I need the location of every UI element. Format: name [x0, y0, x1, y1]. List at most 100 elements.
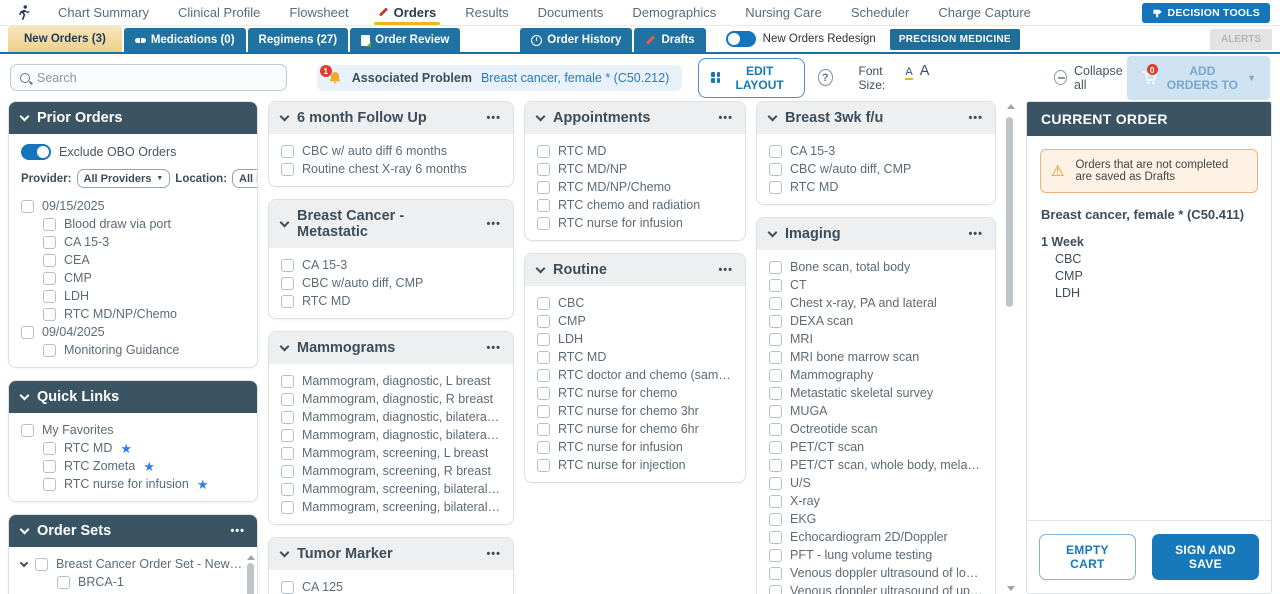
checkbox[interactable]	[769, 163, 782, 176]
checkbox[interactable]	[281, 447, 294, 460]
checkbox[interactable]	[281, 259, 294, 272]
checkbox[interactable]	[43, 344, 56, 357]
checkbox[interactable]	[769, 369, 782, 382]
checkbox[interactable]	[537, 351, 550, 364]
notification-bell-icon[interactable]: 1	[327, 70, 343, 86]
more-menu-icon[interactable]: •••	[486, 344, 501, 352]
panel-scrollbar[interactable]	[247, 555, 255, 594]
checkbox[interactable]	[769, 441, 782, 454]
checkbox[interactable]	[281, 411, 294, 424]
favorite-star-icon[interactable]: ★	[143, 459, 155, 474]
scrollbar-thumb[interactable]	[1006, 117, 1013, 307]
checkbox[interactable]	[769, 181, 782, 194]
checkbox[interactable]	[281, 277, 294, 290]
checkbox[interactable]	[537, 423, 550, 436]
nav-tab-flowsheet[interactable]: Flowsheet	[289, 0, 348, 25]
chevron-down-icon[interactable]	[536, 264, 546, 274]
chevron-down-icon[interactable]	[280, 218, 290, 228]
chevron-down-icon[interactable]	[20, 391, 30, 401]
chevron-down-icon[interactable]	[280, 112, 290, 122]
checkbox[interactable]	[769, 405, 782, 418]
tab-regimens-27[interactable]: Regimens (27)	[248, 28, 349, 52]
checkbox[interactable]	[537, 459, 550, 472]
nav-tab-documents[interactable]: Documents	[538, 0, 604, 25]
checkbox[interactable]	[769, 279, 782, 292]
help-icon[interactable]: ?	[818, 69, 833, 86]
provider-select[interactable]: All Providers▼	[77, 169, 171, 188]
checkbox[interactable]	[769, 351, 782, 364]
chevron-down-icon[interactable]	[536, 112, 546, 122]
decision-tools-button[interactable]: DECISION TOOLS	[1142, 3, 1270, 23]
chevron-down-icon[interactable]	[280, 342, 290, 352]
tab-new-orders-3[interactable]: New Orders (3)	[8, 26, 122, 52]
location-select[interactable]: All Locations▼	[232, 169, 258, 188]
checkbox[interactable]	[281, 581, 294, 594]
checkbox[interactable]	[769, 477, 782, 490]
checkbox[interactable]	[537, 441, 550, 454]
checkbox[interactable]	[537, 145, 550, 158]
search-box[interactable]	[10, 64, 287, 91]
new-orders-redesign-toggle[interactable]	[726, 31, 756, 47]
nav-tab-nursing-care[interactable]: Nursing Care	[745, 0, 822, 25]
checkbox[interactable]	[537, 181, 550, 194]
nav-tab-scheduler[interactable]: Scheduler	[851, 0, 910, 25]
checkbox[interactable]	[281, 393, 294, 406]
tab-order-history[interactable]: Order History	[520, 28, 632, 52]
more-menu-icon[interactable]: •••	[718, 114, 733, 122]
nav-tab-charge-capture[interactable]: Charge Capture	[938, 0, 1031, 25]
checkbox[interactable]	[537, 297, 550, 310]
chevron-down-icon[interactable]	[768, 112, 778, 122]
checkbox[interactable]	[769, 333, 782, 346]
tab-drafts[interactable]: Drafts	[634, 28, 705, 52]
more-menu-icon[interactable]: •••	[718, 266, 733, 274]
exclude-obo-toggle[interactable]	[21, 144, 51, 160]
checkbox[interactable]	[537, 333, 550, 346]
scroll-up-arrow[interactable]	[247, 555, 255, 560]
collapse-all-button[interactable]: Collapse all	[1054, 64, 1126, 92]
checkbox[interactable]	[537, 387, 550, 400]
empty-cart-button[interactable]: EMPTY CART	[1039, 534, 1136, 580]
checkbox[interactable]	[769, 423, 782, 436]
checkbox[interactable]	[21, 326, 34, 339]
checkbox[interactable]	[281, 501, 294, 514]
checkbox[interactable]	[537, 405, 550, 418]
nav-tab-orders[interactable]: Orders	[378, 0, 437, 25]
checkbox[interactable]	[537, 217, 550, 230]
checkbox[interactable]	[537, 163, 550, 176]
board-scrollbar[interactable]	[1006, 101, 1016, 594]
nav-tab-results[interactable]: Results	[465, 0, 508, 25]
checkbox[interactable]	[43, 478, 56, 491]
chevron-down-icon[interactable]	[20, 112, 30, 122]
checkbox[interactable]	[769, 513, 782, 526]
checkbox[interactable]	[21, 200, 34, 213]
checkbox[interactable]	[769, 297, 782, 310]
nav-tab-clinical-profile[interactable]: Clinical Profile	[178, 0, 260, 25]
add-orders-to-button[interactable]: 0 ADD ORDERS TO ▼	[1127, 56, 1270, 100]
precision-medicine-badge[interactable]: PRECISION MEDICINE	[890, 29, 1020, 50]
checkbox[interactable]	[43, 442, 56, 455]
checkbox[interactable]	[43, 460, 56, 473]
checkbox[interactable]	[281, 483, 294, 496]
sign-and-save-button[interactable]: SIGN AND SAVE	[1152, 534, 1259, 580]
font-size-large-button[interactable]: A	[920, 63, 930, 79]
checkbox[interactable]	[281, 295, 294, 308]
checkbox[interactable]	[769, 387, 782, 400]
more-menu-icon[interactable]: •••	[486, 220, 501, 228]
more-menu-icon[interactable]: •••	[968, 230, 983, 238]
more-menu-icon[interactable]: •••	[968, 114, 983, 122]
checkbox[interactable]	[769, 549, 782, 562]
search-input[interactable]	[37, 71, 277, 85]
nav-tab-chart-summary[interactable]: Chart Summary	[58, 0, 149, 25]
checkbox[interactable]	[43, 308, 56, 321]
checkbox[interactable]	[281, 163, 294, 176]
chevron-down-icon[interactable]	[768, 228, 778, 238]
checkbox[interactable]	[769, 459, 782, 472]
checkbox[interactable]	[769, 567, 782, 580]
checkbox[interactable]	[281, 465, 294, 478]
favorite-star-icon[interactable]: ★	[197, 477, 209, 492]
checkbox[interactable]	[21, 424, 34, 437]
associated-problem-link[interactable]: Breast cancer, female * (C50.212)	[481, 71, 669, 85]
checkbox[interactable]	[769, 531, 782, 544]
more-menu-icon[interactable]: •••	[230, 527, 245, 535]
checkbox[interactable]	[281, 429, 294, 442]
